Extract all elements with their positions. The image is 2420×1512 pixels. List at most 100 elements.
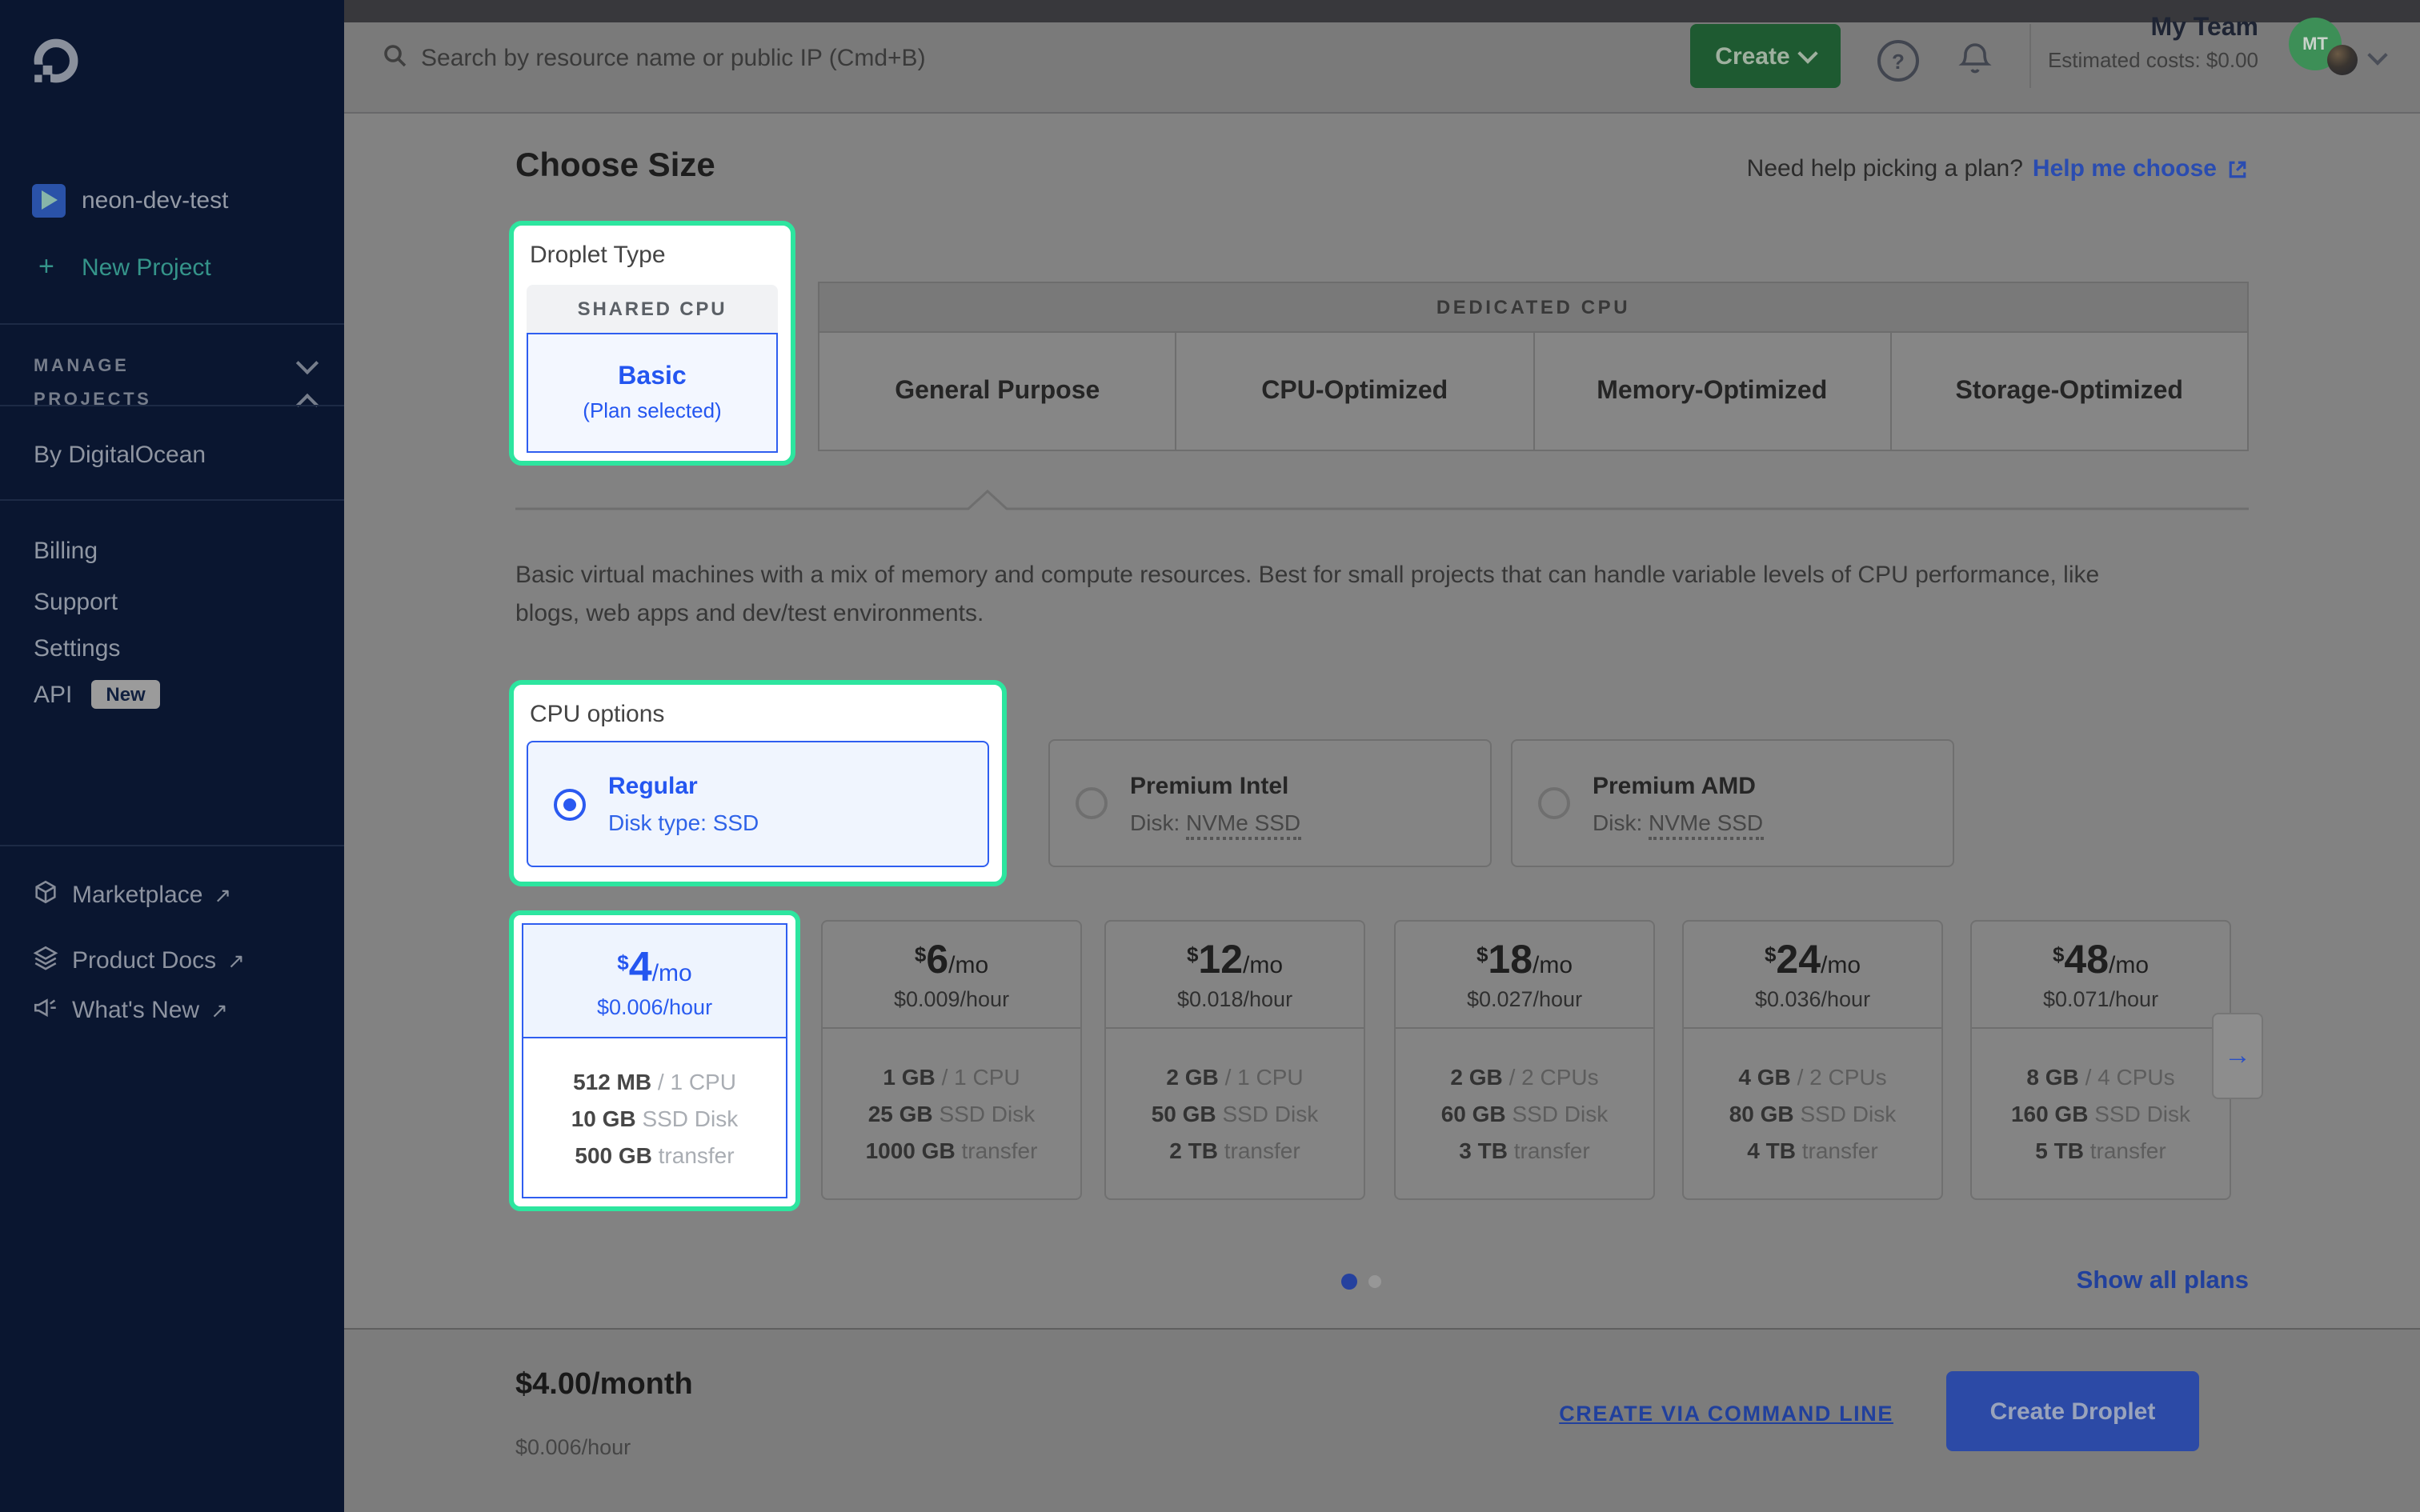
pagination-dot-active[interactable] [1341, 1274, 1357, 1290]
tab-basic-selected[interactable]: Basic (Plan selected) [527, 333, 778, 453]
create-button-label: Create [1715, 42, 1789, 70]
total-monthly-price: $4.00/month [515, 1368, 693, 1403]
disk-value: 160 GB [2011, 1101, 2089, 1126]
plan-card-12mo[interactable]: $12/mo $0.018/hour 2 GB / 1 CPU 50 GB SS… [1104, 920, 1365, 1200]
plan-card-6mo[interactable]: $6/mo $0.009/hour 1 GB / 1 CPU 25 GB SSD… [821, 920, 1082, 1200]
tab-memory-optimized[interactable]: Memory-Optimized [1534, 333, 1892, 451]
transfer-note: transfer [1514, 1138, 1590, 1163]
pagination-dot[interactable] [1368, 1275, 1381, 1288]
tab-general-purpose[interactable]: General Purpose [818, 333, 1177, 451]
plan-card-24mo[interactable]: $24/mo $0.036/hour 4 GB / 2 CPUs 80 GB S… [1682, 920, 1943, 1200]
notifications-bell-icon[interactable] [1957, 38, 1993, 85]
sidebar-item-product-docs[interactable]: Product Docs↗ [72, 947, 245, 974]
sidebar: PROJECTS neon-dev-test + New Project MAN… [0, 0, 344, 1512]
marketplace-label: Marketplace [72, 882, 202, 909]
sidebar-item-settings[interactable]: Settings [34, 635, 120, 662]
question-glyph: ? [1892, 49, 1905, 73]
currency: $ [2053, 942, 2064, 966]
plan-price-header: $48/mo $0.071/hour [1972, 922, 2230, 1029]
sidebar-item-marketplace[interactable]: Marketplace↗ [72, 882, 231, 909]
team-name: My Team [2048, 14, 2258, 43]
transfer-value: 1000 GB [866, 1138, 956, 1163]
nvme-label: NVMe SSD [1649, 809, 1763, 839]
sidebar-item-new-project[interactable]: New Project [82, 254, 211, 282]
plan-card-4mo-highlight[interactable]: $4/mo $0.006/hour 512 MB / 1 CPU 10 GB S… [509, 910, 800, 1211]
plan-price-header: $4/mo $0.006/hour [523, 925, 786, 1038]
external-arrow-icon: ↗ [227, 949, 245, 973]
sidebar-divider [0, 845, 344, 846]
external-arrow-icon: ↗ [210, 998, 228, 1022]
basic-label: Basic [618, 363, 686, 392]
sidebar-item-support[interactable]: Support [34, 589, 118, 616]
premium-amd-label: Premium AMD [1593, 772, 1763, 799]
projects-section-label: PROJECTS [34, 390, 151, 410]
per-month: /mo [948, 952, 988, 979]
plan-specs: 4 GB / 2 CPUs 80 GB SSD Disk 4 TB transf… [1684, 1029, 1941, 1198]
cube-icon [32, 878, 59, 906]
mem-note: / 4 CPUs [2085, 1064, 2175, 1090]
megaphone-icon [32, 994, 59, 1021]
sidebar-item-by-digitalocean[interactable]: By DigitalOcean [34, 442, 206, 469]
plan-specs: 2 GB / 2 CPUs 60 GB SSD Disk 3 TB transf… [1396, 1029, 1653, 1198]
user-avatar[interactable] [2327, 45, 2358, 75]
chevron-down-icon [1798, 42, 1818, 62]
plan-specs: 1 GB / 1 CPU 25 GB SSD Disk 1000 GB tran… [823, 1029, 1080, 1198]
create-droplet-button[interactable]: Create Droplet [1946, 1371, 2199, 1451]
sidebar-divider [0, 499, 344, 501]
tab-cpu-optimized[interactable]: CPU-Optimized [1177, 333, 1535, 451]
show-all-plans-link[interactable]: Show all plans [2077, 1267, 2249, 1296]
sidebar-item-billing[interactable]: Billing [34, 538, 98, 565]
radio-unselected-icon[interactable] [1076, 787, 1108, 819]
sidebar-item-whats-new[interactable]: What's New↗ [72, 997, 228, 1024]
project-icon [32, 184, 66, 218]
transfer-note: transfer [961, 1138, 1037, 1163]
cpu-option-premium-intel[interactable]: Premium Intel Disk: NVMe SSD [1048, 739, 1492, 867]
sidebar-item-api[interactable]: APINew [34, 682, 160, 710]
plan-card-48mo[interactable]: $48/mo $0.071/hour 8 GB / 4 CPUs 160 GB … [1970, 920, 2231, 1200]
per-month: /mo [652, 960, 692, 987]
cpu-option-regular[interactable]: Regular Disk type: SSD [527, 741, 989, 867]
help-me-choose-link[interactable]: Help me choose [2033, 155, 2217, 182]
amount: 12 [1198, 938, 1243, 982]
disk-note: SSD Disk [939, 1101, 1035, 1126]
mem-value: 8 GB [2026, 1064, 2078, 1090]
plan-hourly: $0.009/hour [894, 987, 1009, 1011]
team-info[interactable]: My Team Estimated costs: $0.00 [2048, 14, 2258, 72]
dedicated-cpu-header: DEDICATED CPU [818, 282, 2249, 333]
help-icon[interactable]: ? [1877, 40, 1919, 82]
cpu-option-premium-amd[interactable]: Premium AMD Disk: NVMe SSD [1511, 739, 1954, 867]
chevron-down-icon[interactable] [2367, 45, 2387, 65]
sidebar-item-project[interactable]: neon-dev-test [82, 187, 228, 214]
premium-intel-disk: Disk: NVMe SSD [1130, 809, 1300, 834]
plan-price-header: $24/mo $0.036/hour [1684, 922, 1941, 1029]
tab-storage-optimized[interactable]: Storage-Optimized [1892, 333, 2250, 451]
currency: $ [1765, 942, 1776, 966]
create-button[interactable]: Create [1690, 24, 1841, 88]
tab-shared-cpu[interactable]: SHARED CPU [527, 285, 778, 333]
plan-price-header: $12/mo $0.018/hour [1106, 922, 1364, 1029]
chevron-down-icon[interactable] [296, 352, 319, 374]
radio-selected-icon[interactable] [554, 788, 586, 820]
plans-scroll-right-button[interactable]: → [2212, 1013, 2263, 1099]
currency: $ [1476, 942, 1488, 966]
main-content: Choose Size Need help picking a plan? He… [344, 112, 2420, 1330]
spec-transfer: 500 GB transfer [575, 1142, 734, 1167]
premium-intel-label: Premium Intel [1130, 772, 1300, 799]
currency: $ [617, 950, 628, 974]
mem-value: 4 GB [1738, 1064, 1790, 1090]
api-label: API [34, 682, 72, 709]
search-input[interactable]: Search by resource name or public IP (Cm… [421, 45, 926, 72]
disk-prefix: Disk: [1593, 809, 1649, 834]
transfer-note: transfer [1802, 1138, 1878, 1163]
plan-hourly: $0.018/hour [1177, 987, 1292, 1011]
plan-card-18mo[interactable]: $18/mo $0.027/hour 2 GB / 2 CPUs 60 GB S… [1394, 920, 1655, 1200]
radio-unselected-icon[interactable] [1538, 787, 1570, 819]
create-via-command-line-link[interactable]: CREATE VIA COMMAND LINE [1559, 1402, 1893, 1426]
sidebar-divider [0, 405, 344, 406]
digitalocean-logo-icon[interactable] [34, 38, 78, 91]
sidebar-divider [0, 323, 344, 325]
disk-value: 25 GB [868, 1101, 933, 1126]
manage-section-label: MANAGE [34, 357, 129, 376]
estimated-costs: Estimated costs: $0.00 [2048, 48, 2258, 72]
plan-hourly: $0.027/hour [1467, 987, 1582, 1011]
